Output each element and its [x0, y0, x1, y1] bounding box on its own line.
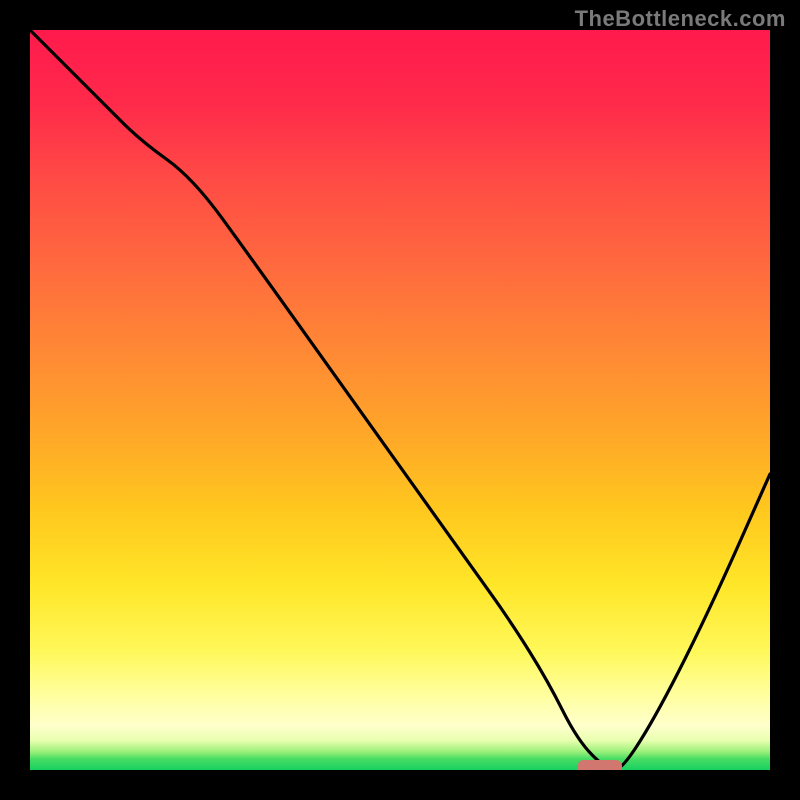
plot-area: [30, 30, 770, 770]
watermark-label: TheBottleneck.com: [575, 6, 786, 32]
bottleneck-curve-path: [30, 30, 770, 770]
optimum-marker: [578, 760, 622, 770]
chart-svg: [30, 30, 770, 770]
chart-container: TheBottleneck.com: [0, 0, 800, 800]
